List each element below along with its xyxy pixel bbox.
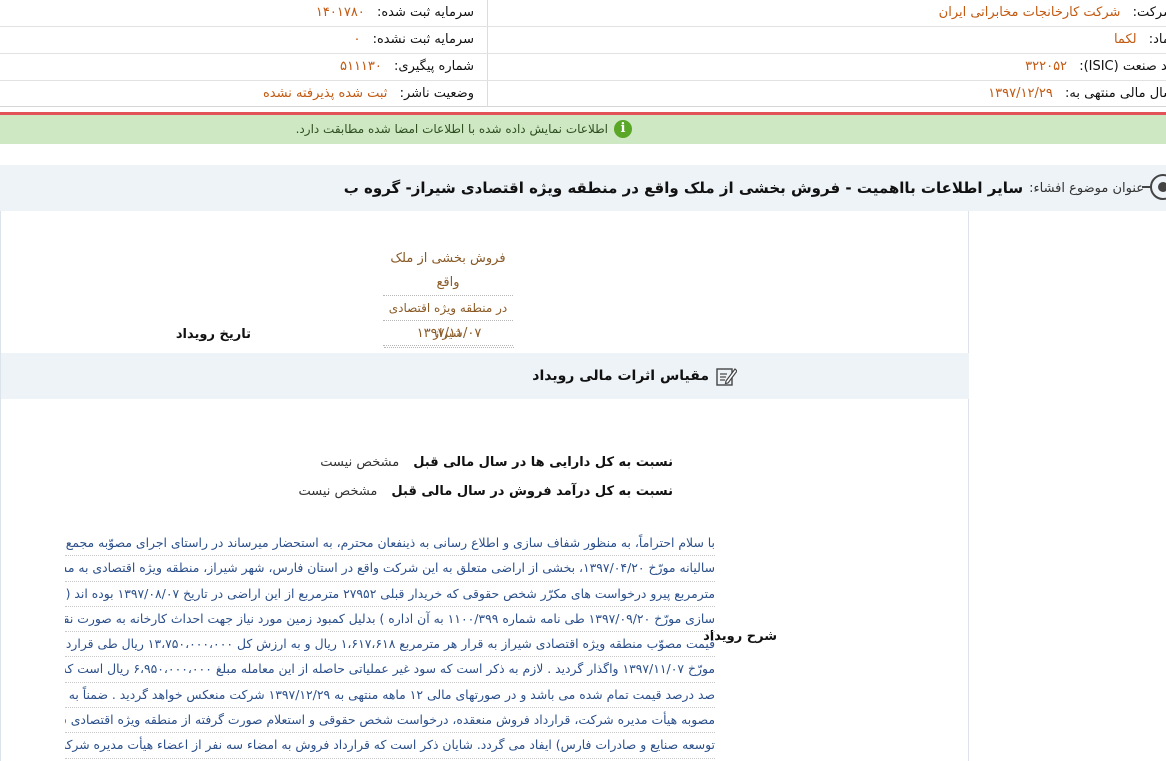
subject-bar: عنوان موضوع افشاء: سایر اطلاعات بااهمیت … (0, 165, 1166, 211)
symbol-cell: نماد: لکما (487, 27, 1166, 53)
description-line: قیمت مصوّب منطقه ویژه اقتصادی شیراز به ق… (65, 632, 715, 658)
info-row: نماد: لکما سرمایه ثبت نشده: ۰ (0, 27, 1166, 54)
registered-capital-value: ۱۴۰۱۷۸۰ (315, 5, 365, 20)
revenue-ratio-value: مشخص نیست (298, 484, 378, 499)
description-line: مصوبه هیأت مدیره شرکت، قرارداد فروش منعق… (65, 708, 715, 734)
subject-content: عنوان موضوع افشاء: سایر اطلاعات بااهمیت … (344, 165, 1144, 211)
fiscal-year-label: سال مالی منتهی به: (1064, 86, 1166, 101)
tracking-number-cell: شماره پیگیری: ۵۱۱۱۳۰ (0, 54, 478, 80)
description-line: با سلام احتراماً، به منظور شفاف سازی و ا… (65, 531, 715, 557)
description-line: سالیانه مورّخ ۱۳۹۷/۰۴/۲۰، بخشی از اراضی … (65, 556, 715, 582)
alert-content: i اطلاعات نمایش داده شده با اطلاعات امضا… (296, 118, 632, 140)
info-row: شرکت: شرکت کارخانجات مخابراتی ایران سرما… (0, 0, 1166, 27)
revenue-ratio-row: نسبت به کل درآمد فروش در سال مالی قبل مش… (298, 484, 673, 499)
publisher-status-label: وضعیت ناشر: (399, 86, 474, 101)
fiscal-year-cell: سال مالی منتهی به: ۱۳۹۷/۱۲/۲۹ (487, 81, 1166, 107)
unregistered-capital-label: سرمایه ثبت نشده: (372, 32, 474, 47)
description-line: توسعه صنایع و صادرات فارس) ایفاد می گردد… (65, 733, 715, 759)
event-date-label: تاریخ رویداد (175, 327, 251, 342)
target-icon (1142, 174, 1166, 200)
description-line: مورّخ ۱۳۹۷/۱۱/۰۷ واگذار گردید . لازم به … (65, 657, 715, 683)
isic-value: ۳۲۲۰۵۲ (1025, 59, 1068, 74)
isic-cell: کد صنعت (ISIC): ۳۲۲۰۵۲ (487, 54, 1166, 80)
subject-title: سایر اطلاعات بااهمیت - فروش بخشی از ملک … (343, 179, 1024, 197)
edit-note-icon (715, 365, 738, 387)
info-icon: i (614, 120, 632, 138)
assets-ratio-value: مشخص نیست (320, 455, 400, 470)
registered-capital-cell: سرمایه ثبت شده: ۱۴۰۱۷۸۰ (0, 0, 478, 26)
main-panel: فروش بخشی از ملک واقع در منطقه ویژه اقتص… (0, 211, 969, 761)
company-cell: شرکت: شرکت کارخانجات مخابراتی ایران (487, 0, 1166, 26)
financial-effects-header: مقیاس اثرات مالی رویداد (1, 353, 969, 399)
company-name[interactable]: شرکت کارخانجات مخابراتی ایران (939, 5, 1121, 20)
tracking-number-value: ۵۱۱۱۳۰ (339, 59, 382, 74)
company-label: شرکت: (1132, 5, 1166, 20)
event-subject-line: فروش بخشی از ملک واقع (383, 247, 513, 296)
financial-effects-title: مقیاس اثرات مالی رویداد (532, 368, 709, 384)
verification-alert: i اطلاعات نمایش داده شده با اطلاعات امضا… (0, 112, 1166, 144)
isic-label: کد صنعت (ISIC): (1079, 59, 1166, 74)
description-line: مترمربع پیرو درخواست های مکرّر شخص حقوقی… (65, 582, 715, 607)
company-info-table: شرکت: شرکت کارخانجات مخابراتی ایران سرما… (0, 0, 1166, 107)
tracking-number-label: شماره پیگیری: (394, 59, 474, 74)
financial-effects-title-group: مقیاس اثرات مالی رویداد (532, 353, 738, 399)
info-row: کد صنعت (ISIC): ۳۲۲۰۵۲ شماره پیگیری: ۵۱۱… (0, 54, 1166, 81)
info-row: سال مالی منتهی به: ۱۳۹۷/۱۲/۲۹ وضعیت ناشر… (0, 81, 1166, 107)
symbol-link[interactable]: لکما (1114, 32, 1137, 47)
assets-ratio-row: نسبت به کل دارایی ها در سال مالی قبل مشخ… (320, 455, 673, 470)
description-line: سازی مورّخ ۱۳۹۷/۰۹/۲۰ طی نامه شماره ۱۱۰۰… (65, 607, 715, 633)
description-line: صد درصد قیمت تمام شده می باشد و در صورته… (65, 683, 715, 709)
event-subject-line: در منطقه ویژه اقتصادی (383, 296, 513, 321)
alert-text: اطلاعات نمایش داده شده با اطلاعات امضا ش… (295, 122, 608, 136)
publisher-status-value: ثبت شده پذیرفته نشده (263, 86, 388, 101)
assets-ratio-label: نسبت به کل دارایی ها در سال مالی قبل (413, 455, 673, 470)
symbol-label: نماد: (1148, 32, 1166, 47)
revenue-ratio-label: نسبت به کل درآمد فروش در سال مالی قبل (391, 484, 673, 499)
event-date-value: ۱۳۹۷/۱۱/۰۷ (384, 321, 514, 348)
fiscal-year-value: ۱۳۹۷/۱۲/۲۹ (988, 86, 1053, 101)
unregistered-capital-value: ۰ (353, 32, 361, 47)
unregistered-capital-cell: سرمایه ثبت نشده: ۰ (0, 27, 478, 53)
subject-label: عنوان موضوع افشاء: (1029, 180, 1144, 196)
registered-capital-label: سرمایه ثبت شده: (376, 5, 474, 20)
description-body: با سلام احتراماً، به منظور شفاف سازی و ا… (65, 531, 715, 759)
publisher-status-cell: وضعیت ناشر: ثبت شده پذیرفته نشده (0, 81, 478, 107)
